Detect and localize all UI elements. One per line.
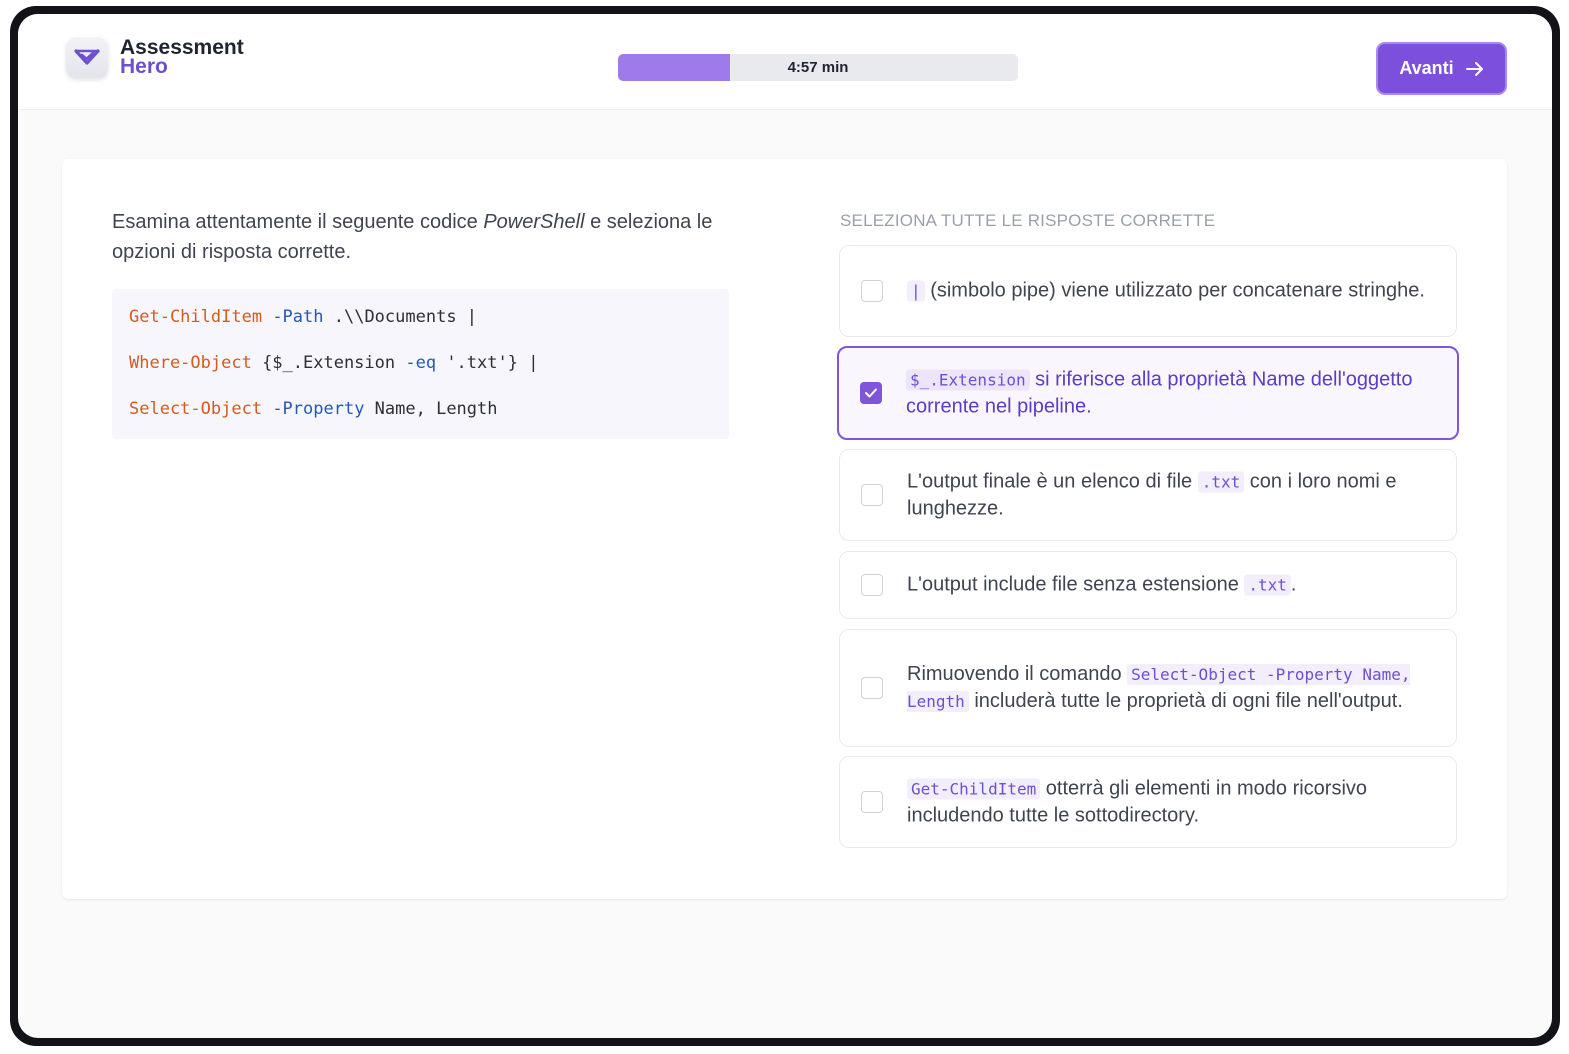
answer-option-5[interactable]: Rimuovendo il comando Select-Object -Pro… bbox=[839, 629, 1457, 747]
device-frame: Assessment Hero 4:57 min Avanti Esamina … bbox=[10, 6, 1560, 1046]
answer-text-part: Rimuovendo il comando bbox=[907, 663, 1128, 685]
code-command: Get-ChildItem bbox=[129, 307, 263, 327]
next-button[interactable]: Avanti bbox=[1376, 42, 1507, 95]
inline-code: .txt bbox=[1244, 574, 1291, 596]
question-emphasis: PowerShell bbox=[483, 211, 585, 233]
answer-text-part: . bbox=[1290, 573, 1297, 596]
answer-text: $_.Extension si riferisce alla proprietà… bbox=[906, 367, 1435, 420]
code-text: {$_.Extension bbox=[251, 353, 406, 373]
timer-label: 4:57 min bbox=[787, 59, 849, 76]
answer-text-part: includerà tutte le proprietà di ogni fil… bbox=[968, 690, 1403, 712]
code-snippet: Get-ChildItem -Path .\\Documents | Where… bbox=[112, 289, 729, 439]
app-screen: Assessment Hero 4:57 min Avanti Esamina … bbox=[18, 14, 1552, 1038]
answer-text-part: (simbolo pipe) viene utilizzato per conc… bbox=[924, 279, 1425, 302]
code-parameter: -eq bbox=[405, 353, 437, 373]
code-command: Where-Object bbox=[129, 353, 252, 373]
logo-line-2: Hero bbox=[120, 55, 168, 78]
check-icon bbox=[865, 388, 877, 398]
answer-text: | (simbolo pipe) viene utilizzato per co… bbox=[907, 278, 1434, 305]
code-command: Select-Object bbox=[129, 399, 263, 419]
answer-text: Rimuovendo il comando Select-Object -Pro… bbox=[907, 661, 1434, 715]
code-line-1: Get-ChildItem -Path .\\Documents | bbox=[129, 303, 712, 349]
code-line-2: Where-Object {$_.Extension -eq '.txt'} | bbox=[129, 349, 712, 395]
answer-checkbox-checked[interactable] bbox=[860, 382, 882, 404]
next-button-label: Avanti bbox=[1399, 58, 1454, 78]
answer-text-part: L'output include file senza estensione bbox=[907, 573, 1245, 596]
logo: Assessment Hero bbox=[66, 36, 244, 78]
inline-code: .txt bbox=[1197, 471, 1245, 493]
inline-code: | bbox=[907, 280, 925, 302]
code-text: Name, Length bbox=[364, 399, 498, 419]
answer-text: L'output finale è un elenco di file .txt… bbox=[907, 469, 1434, 522]
inline-code: Get-ChildItem bbox=[907, 778, 1041, 800]
inline-code: $_.Extension bbox=[906, 369, 1030, 391]
code-parameter: -Property bbox=[272, 399, 365, 419]
answer-text: Get-ChildItem otterrà gli elementi in mo… bbox=[907, 776, 1434, 829]
question-card: Esamina attentamente il seguente codice … bbox=[62, 159, 1507, 899]
code-parameter: -Path bbox=[272, 307, 324, 327]
answer-checkbox[interactable] bbox=[861, 484, 883, 506]
arrow-right-icon bbox=[1465, 61, 1484, 77]
logo-wordmark: Assessment Hero bbox=[120, 37, 244, 78]
check-badge-icon bbox=[66, 36, 108, 78]
answer-text-part: L'output finale è un elenco di file bbox=[907, 470, 1198, 493]
answer-option-3[interactable]: L'output finale è un elenco di file .txt… bbox=[839, 449, 1457, 541]
answer-option-2[interactable]: $_.Extension si riferisce alla proprietà… bbox=[837, 346, 1459, 440]
code-text: '.txt'} | bbox=[436, 353, 539, 373]
answer-option-4[interactable]: L'output include file senza estensione .… bbox=[839, 551, 1457, 619]
top-bar: Assessment Hero 4:57 min Avanti bbox=[18, 14, 1552, 110]
answer-option-6[interactable]: Get-ChildItem otterrà gli elementi in mo… bbox=[839, 756, 1457, 848]
answer-text: L'output include file senza estensione .… bbox=[907, 572, 1434, 599]
answer-checkbox[interactable] bbox=[861, 677, 883, 699]
answer-instruction: SELEZIONA TUTTE LE RISPOSTE CORRETTE bbox=[840, 211, 1216, 230]
code-line-3: Select-Object -Property Name, Length bbox=[129, 395, 712, 441]
question-prompt: Esamina attentamente il seguente codice … bbox=[112, 207, 732, 267]
answer-checkbox[interactable] bbox=[861, 791, 883, 813]
timer-progress-bar: 4:57 min bbox=[618, 54, 1018, 81]
answer-checkbox[interactable] bbox=[861, 280, 883, 302]
question-prefix: Esamina attentamente il seguente codice bbox=[112, 211, 484, 233]
code-text: .\\Documents | bbox=[323, 307, 478, 327]
answer-checkbox[interactable] bbox=[861, 574, 883, 596]
answer-option-1[interactable]: | (simbolo pipe) viene utilizzato per co… bbox=[839, 245, 1457, 337]
